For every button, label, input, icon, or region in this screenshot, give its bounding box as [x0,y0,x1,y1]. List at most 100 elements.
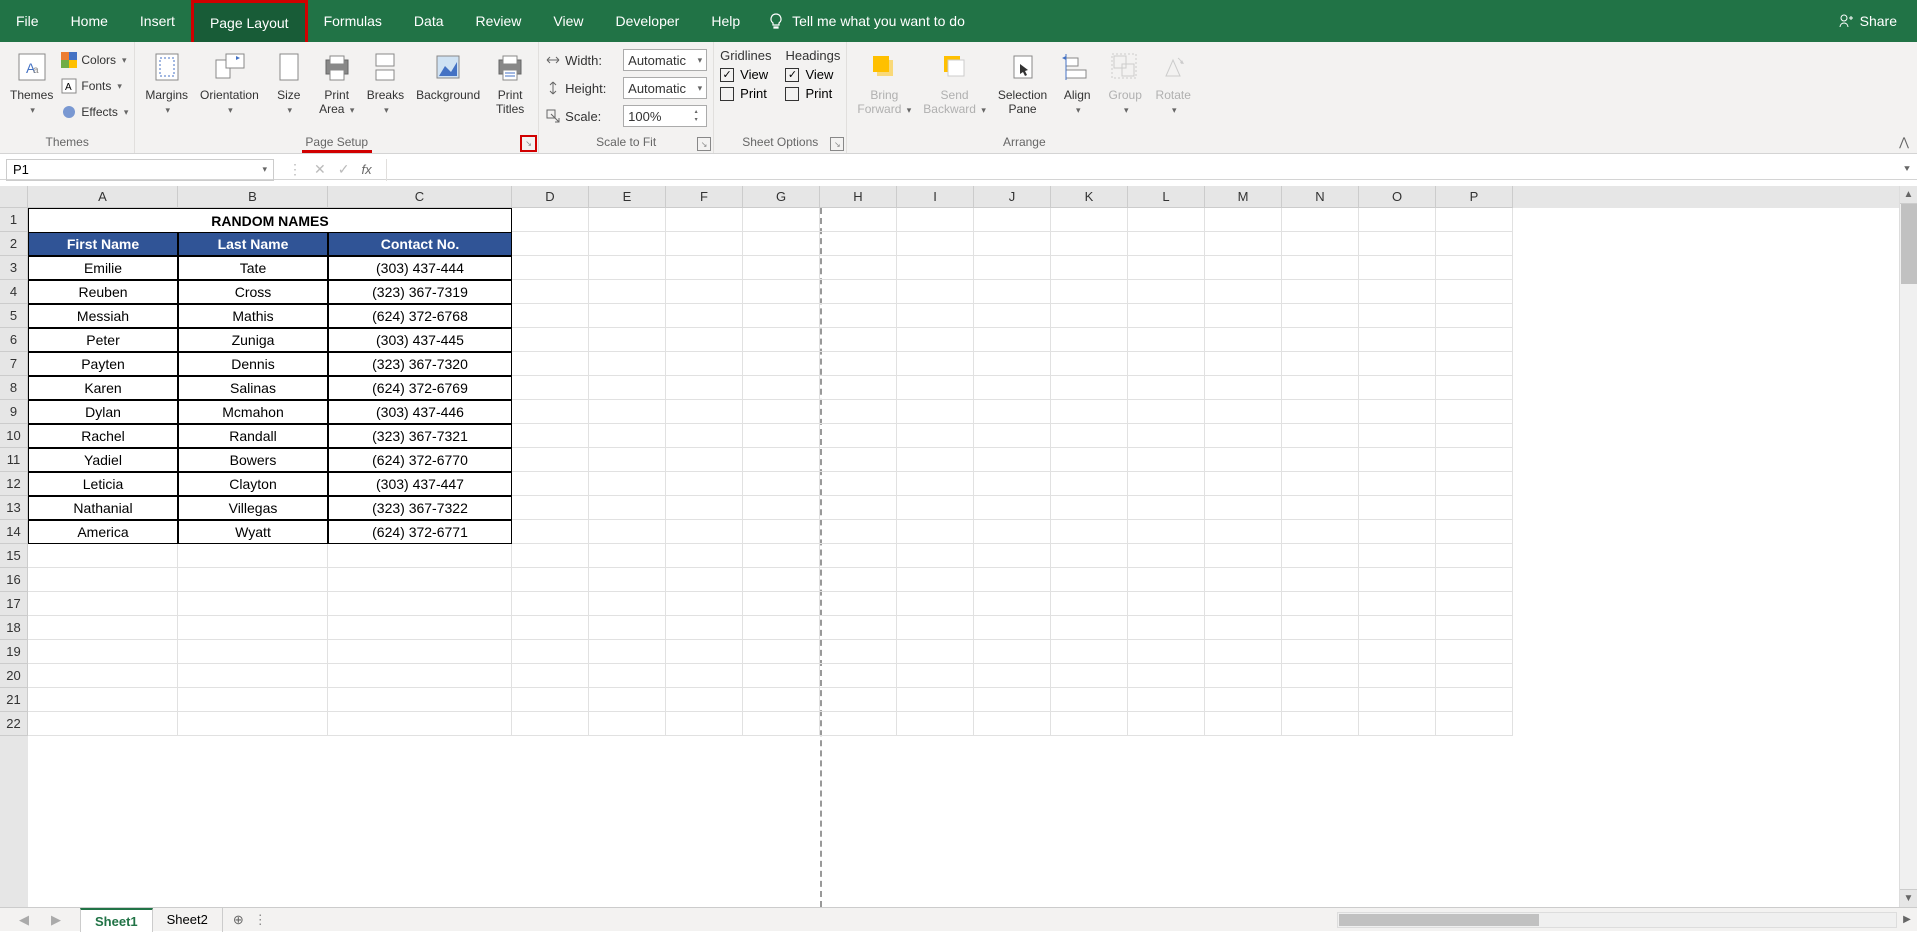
cell-I17[interactable] [897,592,974,616]
cell-L19[interactable] [1128,640,1205,664]
cell-P21[interactable] [1436,688,1513,712]
cell-A22[interactable] [28,712,178,736]
cell-J9[interactable] [974,400,1051,424]
col-header-A[interactable]: A [28,186,178,208]
cell-P11[interactable] [1436,448,1513,472]
cell-F16[interactable] [666,568,743,592]
cell-B7[interactable]: Dennis [178,352,328,376]
cell-A12[interactable]: Leticia [28,472,178,496]
sheet-tab-sheet2[interactable]: Sheet2 [153,908,223,932]
cell-L12[interactable] [1128,472,1205,496]
cell-O10[interactable] [1359,424,1436,448]
cell-I22[interactable] [897,712,974,736]
rotate-button[interactable]: Rotate▾ [1151,48,1195,117]
cell-K9[interactable] [1051,400,1128,424]
horizontal-scrollbar[interactable]: ⋮ ▶ [254,911,1917,929]
cell-G22[interactable] [743,712,820,736]
cell-J17[interactable] [974,592,1051,616]
cell-B2[interactable]: Last Name [178,232,328,256]
cell-P16[interactable] [1436,568,1513,592]
cell-C2[interactable]: Contact No. [328,232,512,256]
cell-D15[interactable] [512,544,589,568]
print-area-button[interactable]: Print Area ▾ [315,48,359,117]
cell-O15[interactable] [1359,544,1436,568]
cell-L3[interactable] [1128,256,1205,280]
cell-L5[interactable] [1128,304,1205,328]
row-header-20[interactable]: 20 [0,664,28,688]
split-icon[interactable]: ⋮ [288,161,302,178]
page-setup-dialog-launcher[interactable]: ↘ [520,135,537,152]
cell-J16[interactable] [974,568,1051,592]
cell-K5[interactable] [1051,304,1128,328]
row-header-6[interactable]: 6 [0,328,28,352]
cell-K3[interactable] [1051,256,1128,280]
cell-G11[interactable] [743,448,820,472]
cell-I18[interactable] [897,616,974,640]
cell-N14[interactable] [1282,520,1359,544]
tab-home[interactable]: Home [55,0,124,42]
cell-J4[interactable] [974,280,1051,304]
cell-L11[interactable] [1128,448,1205,472]
cell-H7[interactable] [820,352,897,376]
cell-I8[interactable] [897,376,974,400]
cell-I19[interactable] [897,640,974,664]
cell-L7[interactable] [1128,352,1205,376]
cell-G14[interactable] [743,520,820,544]
scroll-up-button[interactable]: ▲ [1900,186,1917,204]
cell-L18[interactable] [1128,616,1205,640]
cell-P10[interactable] [1436,424,1513,448]
cell-O5[interactable] [1359,304,1436,328]
cell-O4[interactable] [1359,280,1436,304]
print-titles-button[interactable]: Print Titles [488,48,532,116]
cell-C6[interactable]: (303) 437-445 [328,328,512,352]
cell-N21[interactable] [1282,688,1359,712]
cell-O6[interactable] [1359,328,1436,352]
cell-O21[interactable] [1359,688,1436,712]
cell-H10[interactable] [820,424,897,448]
col-header-E[interactable]: E [589,186,666,208]
row-header-12[interactable]: 12 [0,472,28,496]
cell-E16[interactable] [589,568,666,592]
cell-I1[interactable] [897,208,974,232]
scale-dialog-launcher[interactable]: ↘ [697,137,711,151]
cell-O8[interactable] [1359,376,1436,400]
cell-A9[interactable]: Dylan [28,400,178,424]
name-box[interactable]: P1▾ [6,159,274,181]
cell-O18[interactable] [1359,616,1436,640]
cell-E3[interactable] [589,256,666,280]
cell-J18[interactable] [974,616,1051,640]
row-header-19[interactable]: 19 [0,640,28,664]
cell-I5[interactable] [897,304,974,328]
tab-review[interactable]: Review [460,0,538,42]
cell-M10[interactable] [1205,424,1282,448]
cell-O20[interactable] [1359,664,1436,688]
cell-F18[interactable] [666,616,743,640]
cell-P9[interactable] [1436,400,1513,424]
cell-C19[interactable] [328,640,512,664]
row-header-3[interactable]: 3 [0,256,28,280]
cell-F8[interactable] [666,376,743,400]
cell-C14[interactable]: (624) 372-6771 [328,520,512,544]
cell-L1[interactable] [1128,208,1205,232]
cell-A5[interactable]: Messiah [28,304,178,328]
cell-M4[interactable] [1205,280,1282,304]
width-control[interactable]: Width: Automatic▾ [545,48,707,72]
cell-I7[interactable] [897,352,974,376]
cell-C13[interactable]: (323) 367-7322 [328,496,512,520]
cell-E11[interactable] [589,448,666,472]
cell-L14[interactable] [1128,520,1205,544]
cell-L22[interactable] [1128,712,1205,736]
cell-D7[interactable] [512,352,589,376]
cell-K1[interactable] [1051,208,1128,232]
cell-H4[interactable] [820,280,897,304]
cell-N6[interactable] [1282,328,1359,352]
cell-G9[interactable] [743,400,820,424]
cell-F15[interactable] [666,544,743,568]
cell-N13[interactable] [1282,496,1359,520]
cell-I11[interactable] [897,448,974,472]
cell-D2[interactable] [512,232,589,256]
cell-F5[interactable] [666,304,743,328]
cell-M16[interactable] [1205,568,1282,592]
cell-K6[interactable] [1051,328,1128,352]
send-backward-button[interactable]: Send Backward ▾ [919,48,990,117]
